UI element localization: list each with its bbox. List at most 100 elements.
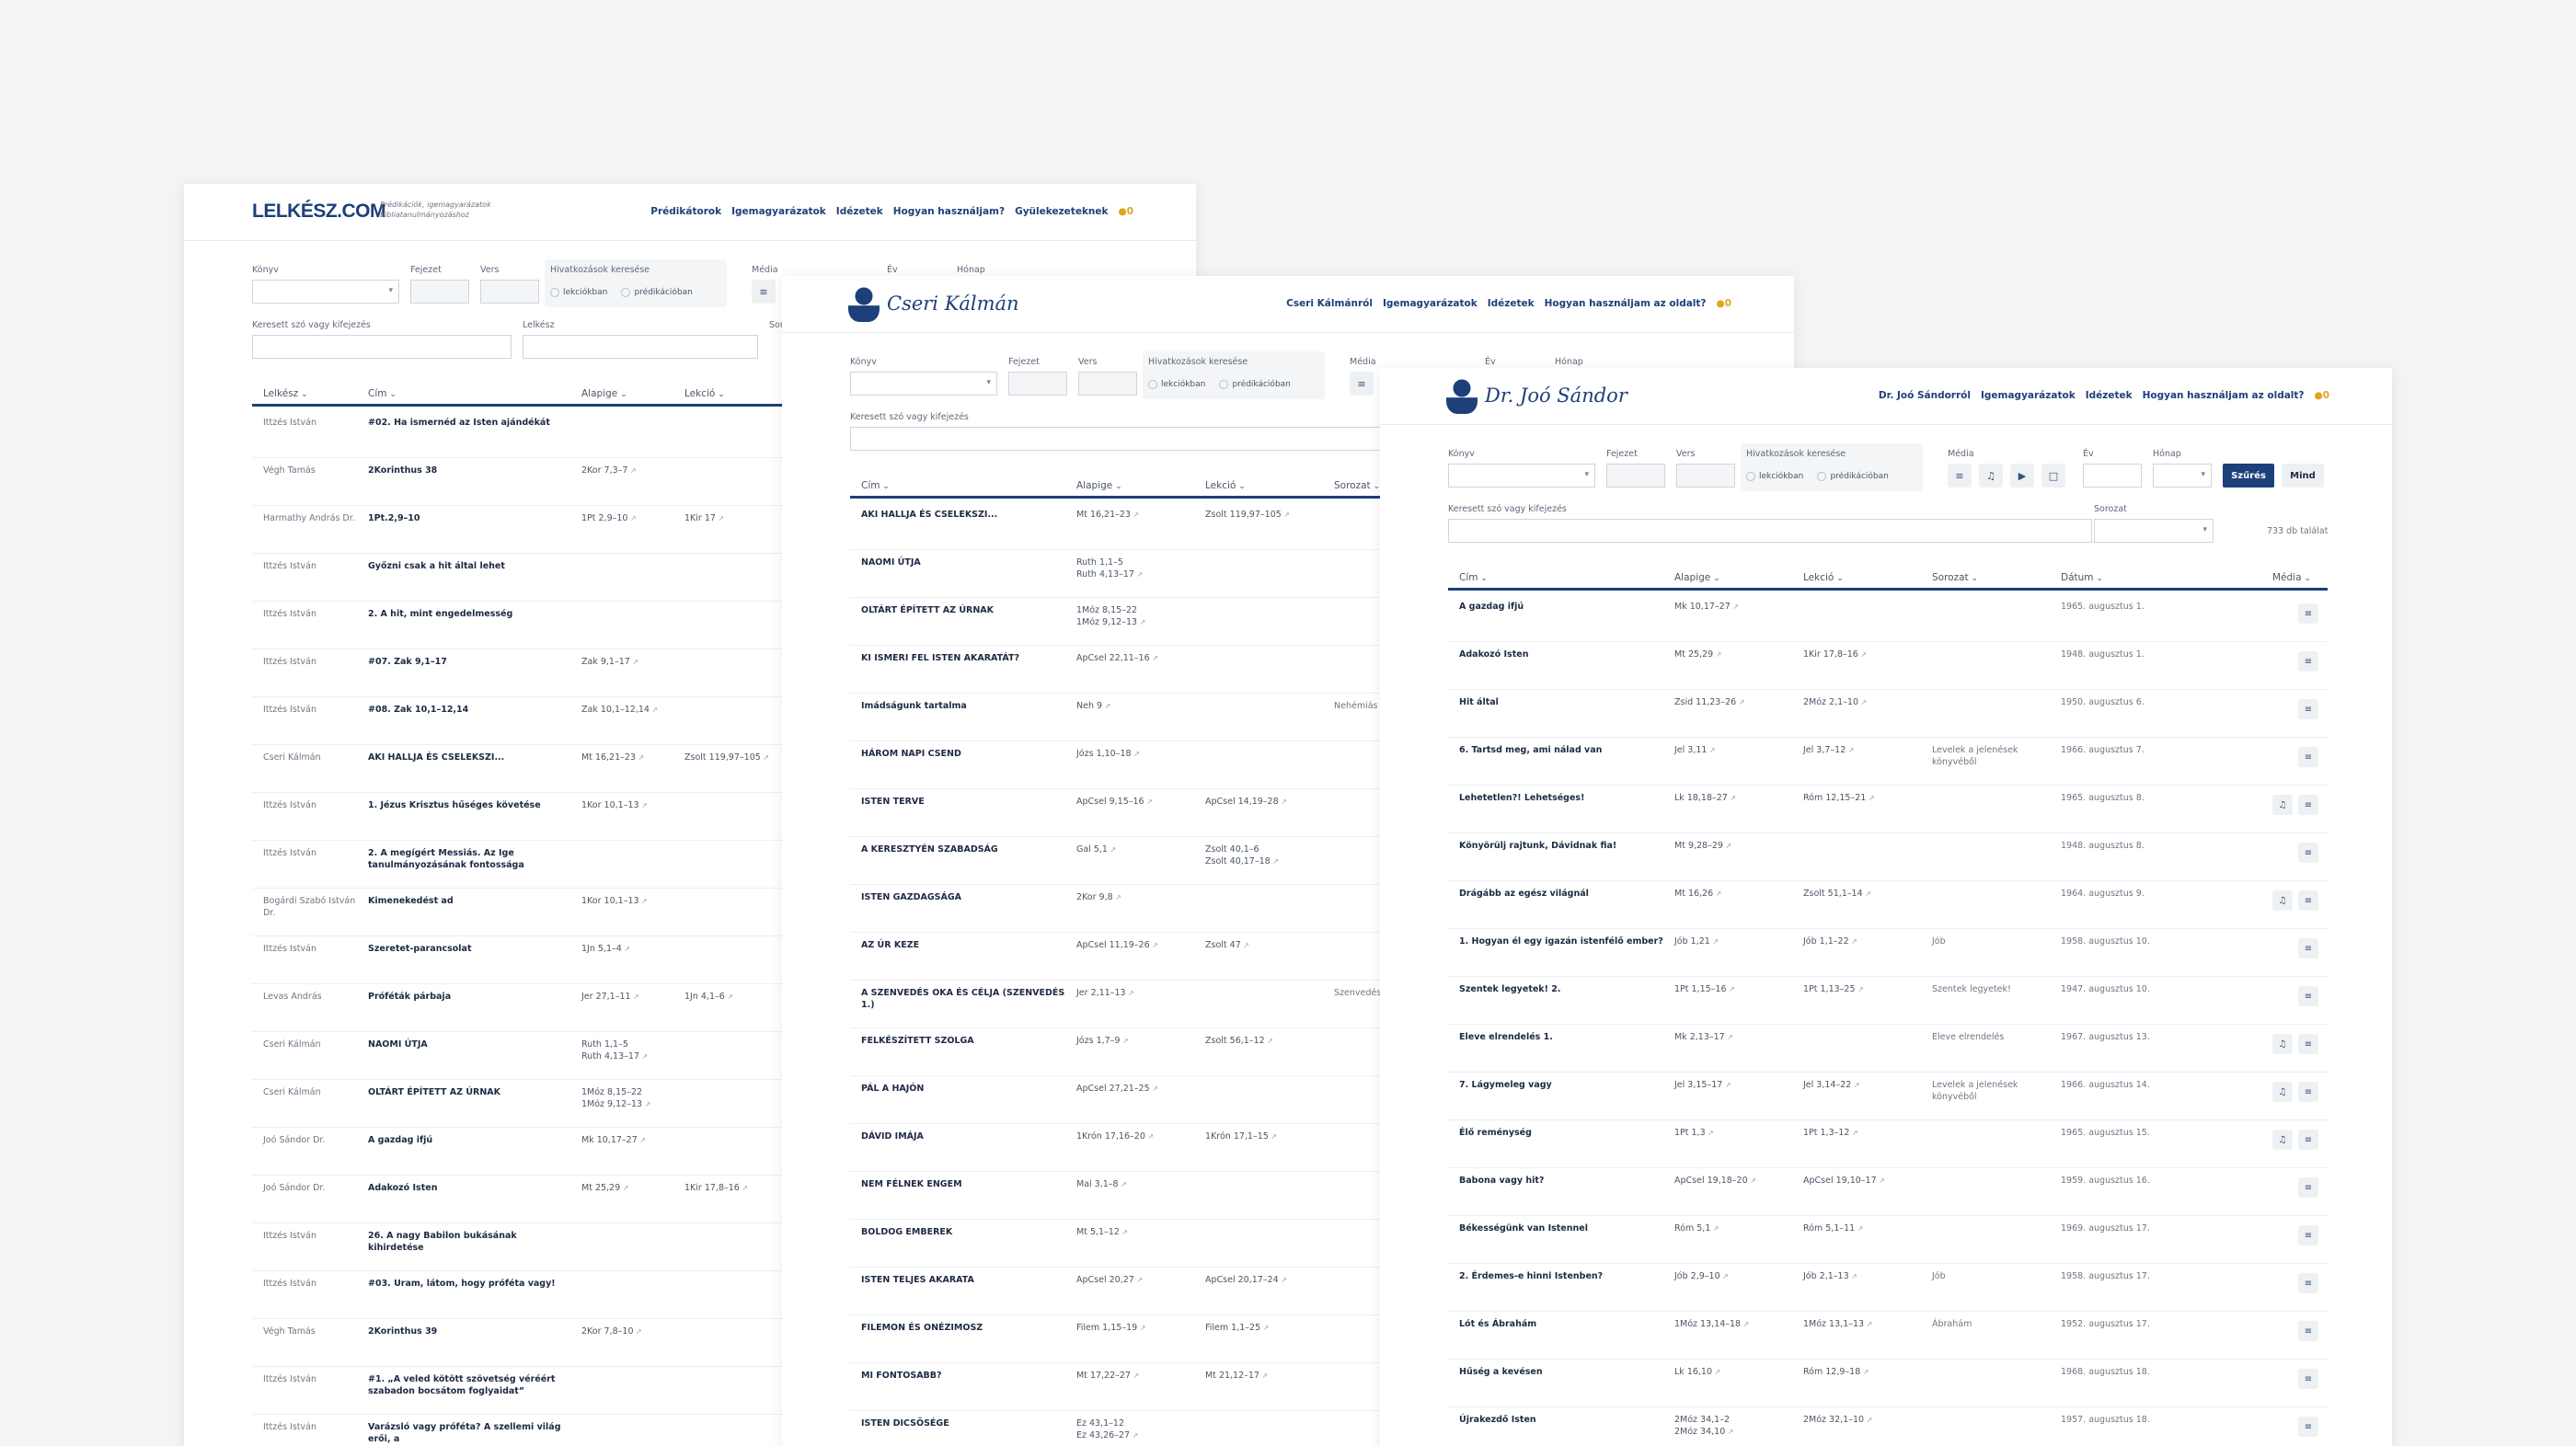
title-cell[interactable]: Adakozó Isten [368,1183,574,1195]
alapige-cell[interactable]: Jel 3,15–17 [1674,1080,1800,1092]
text-icon[interactable]: ≡ [2298,890,2318,911]
title-cell[interactable]: #08. Zak 10,1–12,14 [368,705,574,717]
lekcio-cell[interactable]: ApCsel 20,17–24 [1205,1275,1330,1287]
alapige-cell[interactable]: ApCsel 9,15–16 [1076,797,1202,809]
lekcio-cell[interactable]: Róm 12,9–18 [1803,1367,1928,1379]
table-row[interactable]: Hit általZsid 11,23–262Móz 2,1–10 1950. a… [1448,690,2328,738]
predikacio-checkbox[interactable]: prédikációban [1817,472,1888,481]
alapige-cell[interactable]: Lk 18,18–27 [1674,793,1800,805]
sorozat-select[interactable] [2094,519,2214,543]
title-cell[interactable]: 7. Lágymeleg vagy [1459,1080,1671,1092]
text-icon[interactable]: ≡ [2298,603,2318,624]
col-media[interactable]: Média [2272,572,2311,583]
nav-igemagyarazatok[interactable]: Igemagyarázatok [731,206,826,217]
title-cell[interactable]: DÁVID IMÁJA [861,1131,1073,1143]
nav-predikatorok[interactable]: Prédikátorok [650,206,721,217]
lekcio-cell[interactable]: 1Kir 17,8–16 [684,1183,786,1195]
vers-input[interactable] [1676,464,1735,488]
alapige-cell[interactable]: Zak 9,1–17 [581,657,681,669]
table-row[interactable]: Hűség a kevésenLk 16,10Róm 12,9–18 1968. … [1448,1360,2328,1407]
kereset-input[interactable] [1448,519,2092,543]
lekcio-cell[interactable]: Zsolt 119,97–105 [684,752,786,764]
lelkesz-input[interactable] [523,335,758,359]
alapige-cell[interactable]: Józs 1,7–9 [1076,1036,1202,1048]
alapige-cell[interactable]: 1Krón 17,16–20 [1076,1131,1202,1143]
title-cell[interactable]: AKI HALLJA ÉS CSELEKSZI... [368,752,574,764]
text-icon[interactable]: ≡ [2298,938,2318,958]
title-cell[interactable]: Imádságunk tartalma [861,701,1073,713]
nav-hogyan[interactable]: Hogyan használjam? [893,206,1005,217]
title-cell[interactable]: #02. Ha ismernéd az Isten ajándékát [368,418,574,430]
alapige-cell[interactable]: ApCsel 19,18–20 [1674,1176,1800,1188]
konyv-select[interactable] [1448,464,1595,488]
title-cell[interactable]: BOLDOG EMBEREK [861,1227,1073,1239]
col-cim[interactable]: Cím [368,388,397,399]
alapige-cell[interactable]: 2Kor 9,8 [1076,892,1202,904]
table-row[interactable]: A gazdag ifjúMk 10,17–27 1965. augusztus … [1448,594,2328,642]
col-datum[interactable]: Dátum [2061,572,2103,583]
lekcio-cell[interactable]: Jel 3,7–12 [1803,745,1928,757]
fejezet-input[interactable] [1606,464,1665,488]
video-media-icon[interactable]: ▶ [2010,464,2034,488]
title-cell[interactable]: 6. Tartsd meg, ami nálad van [1459,745,1671,757]
predikacio-checkbox[interactable]: prédikációban [621,288,692,297]
nav-idezetek[interactable]: Idézetek [2086,390,2133,401]
lekcio-checkbox[interactable]: lekciókban [1148,380,1205,389]
title-cell[interactable]: AKI HALLJA ÉS CSELEKSZI... [861,510,1073,522]
title-cell[interactable]: 2. Érdemes-e hinni Istenben? [1459,1271,1671,1283]
title-cell[interactable]: NAOMI ÚTJA [368,1039,574,1051]
nav-gyulekezeteknek[interactable]: Gyülekezeteknek [1015,206,1108,217]
alapige-cell[interactable]: Mt 25,29 [1674,649,1800,661]
title-cell[interactable]: Próféták párbaja [368,992,574,1004]
alapige-cell[interactable]: Mt 16,26 [1674,889,1800,901]
col-alapige[interactable]: Alapige [1674,572,1720,583]
alapige-cell[interactable]: Mal 3,1–8 [1076,1179,1202,1191]
title-cell[interactable]: Lót és Ábrahám [1459,1319,1671,1331]
audio-icon[interactable]: ♫ [2272,1130,2293,1150]
lekcio-cell[interactable]: 1Jn 4,1–6 [684,992,786,1004]
title-cell[interactable]: 2. A megígért Messiás. Az Ige tanulmányo… [368,848,574,872]
title-cell[interactable]: MI FONTOSABB? [861,1371,1073,1383]
table-row[interactable]: 2. Érdemes-e hinni Istenben?Jób 2,9–10Jó… [1448,1264,2328,1312]
audio-icon[interactable]: ♫ [2272,795,2293,815]
alapige-cell[interactable]: Mk 10,17–27 [581,1135,681,1147]
audio-icon[interactable]: ♫ [2272,1082,2293,1102]
kereset-input[interactable] [252,335,512,359]
title-cell[interactable]: Eleve elrendelés 1. [1459,1032,1671,1044]
title-cell[interactable]: NAOMI ÚTJA [861,557,1073,569]
table-row[interactable]: Békességünk van IstennelRóm 5,1Róm 5,1–1… [1448,1216,2328,1264]
table-row[interactable]: Babona vagy hit?ApCsel 19,18–20ApCsel 19… [1448,1168,2328,1216]
ev-input[interactable] [2083,464,2142,488]
col-cim[interactable]: Cím [861,480,890,491]
alapige-cell[interactable]: Józs 1,10–18 [1076,749,1202,761]
lekcio-cell[interactable]: Jel 3,14–22 [1803,1080,1928,1092]
alapige-cell[interactable]: 1Móz 8,15–22 1Móz 9,12–13 [581,1087,681,1111]
alapige-cell[interactable]: ApCsel 22,11–16 [1076,653,1202,665]
title-cell[interactable]: A KERESZTYÉN SZABADSÁG [861,844,1073,856]
title-cell[interactable]: Hűség a kevésen [1459,1367,1671,1379]
alapige-cell[interactable]: Jób 2,9–10 [1674,1271,1800,1283]
col-alapige[interactable]: Alapige [581,388,627,399]
text-icon[interactable]: ≡ [2298,1082,2318,1102]
alapige-cell[interactable]: ApCsel 20,27 [1076,1275,1202,1287]
nav-igemagyarazatok[interactable]: Igemagyarázatok [1383,298,1478,309]
nav-idezetek[interactable]: Idézetek [1488,298,1535,309]
lekcio-cell[interactable]: Zsolt 40,1–6 Zsolt 40,17–18 [1205,844,1330,868]
fejezet-input[interactable] [410,280,469,304]
text-icon[interactable]: ≡ [2298,747,2318,767]
lekcio-cell[interactable]: Róm 12,15–21 [1803,793,1928,805]
text-icon[interactable]: ≡ [2298,1130,2318,1150]
table-row[interactable]: 6. Tartsd meg, ami nálad vanJel 3,11Jel … [1448,738,2328,786]
text-icon[interactable]: ≡ [2298,1034,2318,1054]
lekcio-cell[interactable]: 1Móz 13,1–13 [1803,1319,1928,1331]
alapige-cell[interactable]: Ez 43,1–12 Ez 43,26–27 [1076,1418,1202,1442]
col-lekcio[interactable]: Lekció [1803,572,1844,583]
audio-media-icon[interactable]: ♫ [1979,464,2003,488]
alapige-cell[interactable]: Ruth 1,1–5 Ruth 4,13–17 [1076,557,1202,581]
alapige-cell[interactable]: 1Jn 5,1–4 [581,944,681,956]
title-cell[interactable]: ISTEN GAZDAGSÁGA [861,892,1073,904]
title-cell[interactable]: Varázsló vagy próféta? A szellemi világ … [368,1422,574,1446]
alapige-cell[interactable]: Mt 9,28–29 [1674,841,1800,853]
vers-input[interactable] [1078,372,1137,396]
title-cell[interactable]: Győzni csak a hit által lehet [368,561,574,573]
